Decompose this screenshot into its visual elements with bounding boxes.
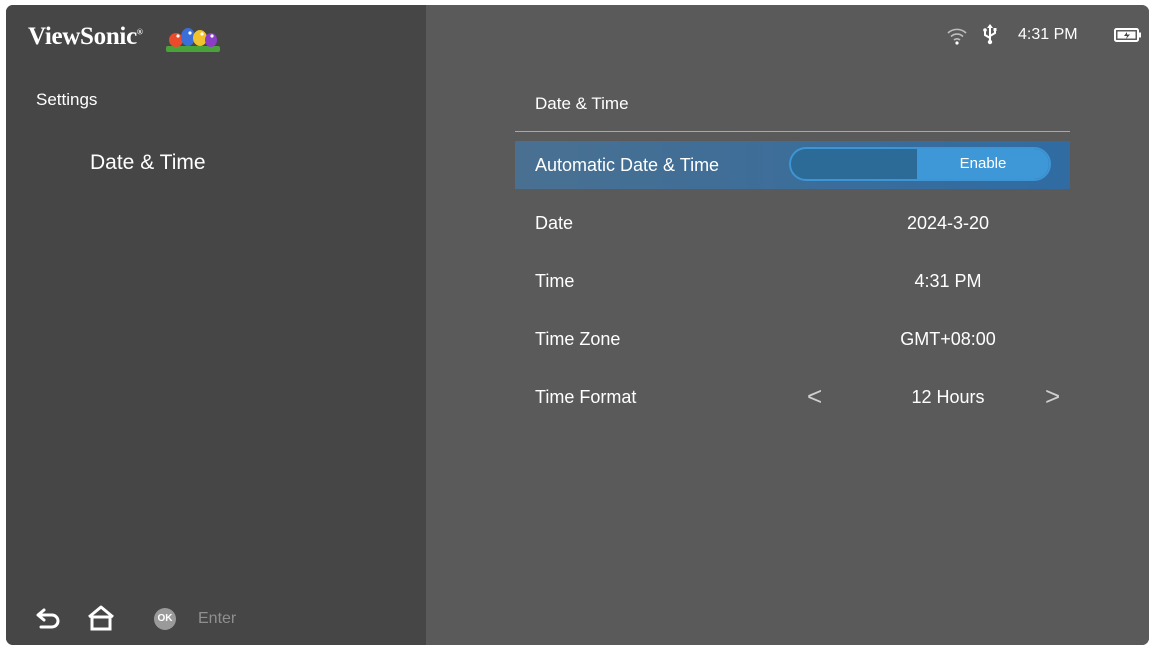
time-zone-value: GMT+08:00 [900, 329, 996, 349]
wifi-icon [947, 28, 967, 45]
title-divider [515, 131, 1070, 132]
home-icon[interactable] [86, 605, 116, 631]
sidebar-item-date-time[interactable]: Date & Time [90, 151, 206, 175]
bottom-hint-bar: OK Enter [6, 603, 426, 635]
time-row[interactable]: Time 4:31 PM [515, 257, 1070, 305]
enter-hint-label: Enter [198, 610, 237, 627]
chevron-right-icon[interactable]: > [1045, 383, 1060, 409]
auto-date-time-toggle[interactable]: Enable [789, 147, 1051, 181]
sidebar-title: Settings [36, 90, 98, 109]
battery-icon [1114, 28, 1141, 42]
date-row[interactable]: Date 2024-3-20 [515, 199, 1070, 247]
back-icon[interactable] [36, 607, 62, 629]
projector-screen: ViewSonic® Settings Date & Time OK Enter… [6, 5, 1149, 645]
usb-icon [983, 24, 997, 45]
time-format-label: Time Format [535, 387, 637, 407]
status-bar: 4:31 PM [426, 5, 1149, 65]
time-format-value: 12 Hours [911, 387, 985, 407]
birds-logo-icon [166, 28, 220, 52]
time-format-row[interactable]: Time Format < 12 Hours > [515, 373, 1070, 421]
time-label: Time [535, 271, 575, 291]
main-panel: 4:31 PM Date & Time Automatic Date & Tim… [426, 5, 1149, 645]
toggle-enable-state: Enable [917, 149, 1049, 179]
date-label: Date [535, 213, 574, 233]
auto-date-time-row[interactable]: Automatic Date & Time Enable [515, 141, 1070, 189]
time-zone-row[interactable]: Time Zone GMT+08:00 [515, 315, 1070, 363]
viewsonic-logo: ViewSonic® [28, 23, 143, 50]
time-zone-label: Time Zone [535, 329, 621, 349]
ok-button-badge: OK [154, 608, 176, 630]
date-value: 2024-3-20 [906, 213, 990, 233]
status-clock: 4:31 PM [1018, 26, 1078, 43]
auto-date-time-label: Automatic Date & Time [535, 155, 720, 175]
page-title: Date & Time [535, 94, 629, 113]
sidebar: ViewSonic® Settings Date & Time OK Enter [6, 5, 426, 645]
chevron-left-icon[interactable]: < [807, 383, 822, 409]
time-value: 4:31 PM [914, 271, 982, 291]
